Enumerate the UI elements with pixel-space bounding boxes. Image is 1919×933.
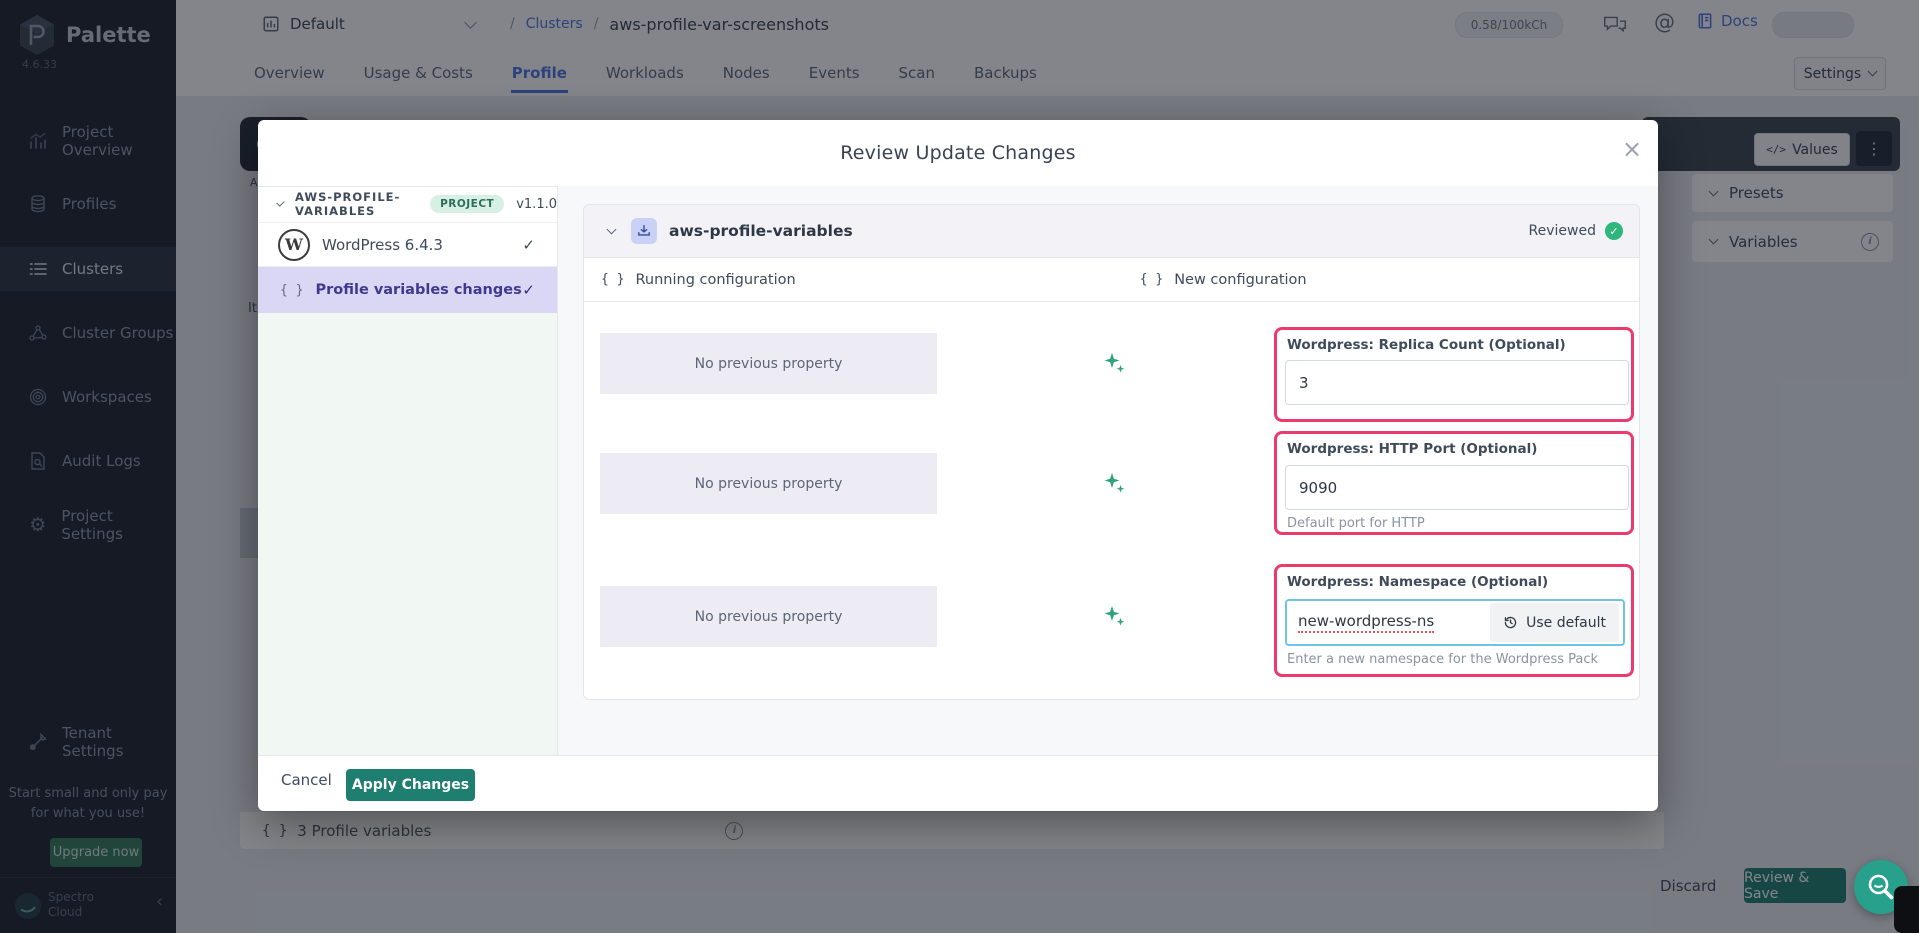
- modal-title: Review Update Changes: [258, 120, 1658, 186]
- new-value-sparkle-icon: [1101, 603, 1127, 633]
- replica-count-label: Wordpress: Replica Count (Optional): [1287, 337, 1566, 353]
- http-port-hint: Default port for HTTP: [1287, 516, 1425, 531]
- history-icon: [1503, 615, 1518, 630]
- wordpress-logo-icon: W: [278, 229, 310, 261]
- pack-deploy-icon: [631, 218, 657, 244]
- http-port-field-group: Wordpress: HTTP Port (Optional) 9090 Def…: [1274, 431, 1634, 535]
- section-title: aws-profile-variables: [669, 222, 853, 240]
- modal-nav-item-profile-variables[interactable]: { } Profile variables changes ✓: [258, 267, 557, 313]
- screen: Default / Clusters / aws-profile-var-scr…: [0, 0, 1919, 933]
- review-update-changes-modal: Review Update Changes × AWS-PROFILE-VARI…: [258, 120, 1658, 811]
- braces-icon: { }: [280, 283, 303, 298]
- http-port-input[interactable]: 9090: [1285, 465, 1629, 510]
- apply-changes-button[interactable]: Apply Changes: [346, 769, 475, 801]
- replica-count-value: 3: [1299, 374, 1309, 392]
- apply-changes-label: Apply Changes: [352, 777, 469, 793]
- section-chevron-down-icon: [607, 224, 617, 234]
- namespace-field-group: Wordpress: Namespace (Optional) new-word…: [1274, 564, 1634, 677]
- previous-value-text: No previous property: [695, 609, 843, 625]
- braces-icon: { }: [1140, 272, 1163, 287]
- modal-nav-panel-fill: [258, 313, 557, 756]
- http-port-label: Wordpress: HTTP Port (Optional): [1287, 441, 1537, 457]
- modal-nav-panel: AWS-PROFILE-VARIABLES PROJECT v1.1.0 W W…: [258, 186, 558, 755]
- profile-name: AWS-PROFILE-VARIABLES: [295, 190, 418, 218]
- previous-value-text: No previous property: [695, 476, 843, 492]
- new-configuration-header: New configuration: [1174, 272, 1306, 288]
- namespace-value: new-wordpress-ns: [1298, 612, 1434, 633]
- replica-count-field-group: Wordpress: Replica Count (Optional) 3: [1274, 327, 1634, 422]
- replica-count-input[interactable]: 3: [1285, 360, 1629, 405]
- modal-footer: Cancel Apply Changes: [258, 755, 1658, 811]
- namespace-label: Wordpress: Namespace (Optional): [1287, 574, 1548, 590]
- nav-item-label: Profile variables changes: [315, 282, 521, 298]
- reviewed-check-icon: ✓: [1605, 222, 1623, 240]
- braces-icon: { }: [601, 272, 624, 287]
- profile-version: v1.1.0: [516, 197, 557, 212]
- http-port-value: 9090: [1299, 479, 1337, 497]
- profile-variables-check-icon: ✓: [522, 281, 535, 299]
- previous-value-box: No previous property: [600, 333, 937, 394]
- cancel-button[interactable]: Cancel: [281, 771, 332, 789]
- previous-value-box: No previous property: [600, 586, 937, 647]
- profile-scope-badge: PROJECT: [430, 195, 504, 213]
- modal-nav-item-wordpress[interactable]: W WordPress 6.4.3 ✓: [258, 222, 557, 267]
- use-default-button[interactable]: Use default: [1490, 603, 1619, 642]
- namespace-hint: Enter a new namespace for the Wordpress …: [1287, 652, 1598, 667]
- running-configuration-header: Running configuration: [635, 272, 795, 288]
- section-header[interactable]: aws-profile-variables Reviewed ✓: [583, 204, 1640, 258]
- wordpress-check-icon: ✓: [522, 236, 535, 254]
- diff-column-headers: { } Running configuration { } New config…: [584, 258, 1639, 302]
- new-value-sparkle-icon: [1101, 470, 1127, 500]
- use-default-label: Use default: [1526, 615, 1606, 631]
- magnifier-smile-icon: [1865, 871, 1897, 903]
- previous-value-box: No previous property: [600, 453, 937, 514]
- modal-profile-header[interactable]: AWS-PROFILE-VARIABLES PROJECT v1.1.0: [258, 186, 557, 222]
- modal-main-area: aws-profile-variables Reviewed ✓ { } Run…: [558, 186, 1658, 755]
- close-icon[interactable]: ×: [1622, 135, 1642, 163]
- nav-item-label: WordPress 6.4.3: [322, 236, 443, 254]
- namespace-input[interactable]: new-wordpress-ns Use default: [1285, 599, 1625, 646]
- reviewed-status: Reviewed: [1529, 223, 1596, 239]
- feedback-tab[interactable]: [1894, 886, 1919, 933]
- new-value-sparkle-icon: [1101, 350, 1127, 380]
- diff-card: { } Running configuration { } New config…: [583, 258, 1640, 700]
- previous-value-text: No previous property: [695, 356, 843, 372]
- profile-collapse-chevron-icon: [276, 198, 284, 206]
